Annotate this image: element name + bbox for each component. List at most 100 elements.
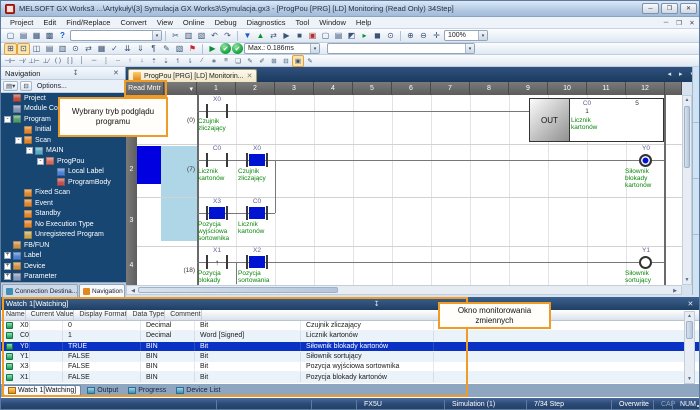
menu-item[interactable]: Diagnostics <box>242 18 291 27</box>
simulation-start-icon[interactable]: ▸ <box>358 30 371 42</box>
edit-statement-icon[interactable]: ✎ <box>244 55 256 67</box>
menu-item[interactable]: Find/Replace <box>61 18 115 27</box>
remote-stop-icon[interactable]: ■ <box>293 30 306 42</box>
open-project-icon[interactable]: ▤ <box>17 30 30 42</box>
zoom-level-combo[interactable]: 100% ▾ <box>444 30 488 41</box>
tree-item[interactable]: ProgramBody <box>1 177 126 188</box>
ladder-contact-x3[interactable] <box>206 206 228 220</box>
max-scan-time-combo[interactable]: Max.: 0.186ms ▾ <box>244 43 320 54</box>
option-display-icon[interactable]: ▧ <box>173 43 186 55</box>
device-comment-icon[interactable]: ✎ <box>160 43 173 55</box>
ladder-contact-x0[interactable] <box>206 104 228 118</box>
menu-item[interactable]: Project <box>5 18 38 27</box>
ladder-coil-y1[interactable] <box>639 256 652 269</box>
navigation-window-icon[interactable]: ⊞ <box>4 42 17 55</box>
ladder-horizontal-scrollbar[interactable]: ◀ ▶ <box>126 285 682 295</box>
menu-item[interactable]: Tool <box>290 18 314 27</box>
close-icon[interactable]: ✕ <box>111 69 121 77</box>
menu-item[interactable]: Online <box>178 18 210 27</box>
watch-column-header[interactable]: Name <box>1 310 26 320</box>
ladder-contact-c0[interactable] <box>246 206 268 220</box>
ladder-contact-x0-nc[interactable] <box>246 153 268 167</box>
delete-vertical-line-icon[interactable]: ┆ <box>100 55 112 67</box>
label-editor-icon[interactable]: ▥ <box>56 43 69 55</box>
zoom-fit-icon[interactable]: ✛ <box>430 30 443 42</box>
monitor-start-icon[interactable]: ▣ <box>306 30 319 42</box>
read-from-plc-icon[interactable]: ▲ <box>254 30 267 42</box>
tree-item[interactable]: - MAIN <box>1 146 126 157</box>
falling-pulse-icon[interactable]: ↓ <box>136 55 148 67</box>
watch-row[interactable]: X0 0 Decimal Bit Czujnik zliczający <box>1 321 699 332</box>
watch-device-combo[interactable]: ▾ <box>327 43 475 54</box>
application-instruction-icon[interactable]: [ ] <box>64 55 76 67</box>
zoom-out-icon[interactable]: ⊖ <box>417 30 430 42</box>
menu-item[interactable]: Help <box>351 18 376 27</box>
horizontal-line-icon[interactable]: ─ <box>88 55 100 67</box>
tree-expander-icon[interactable]: - <box>15 136 22 144</box>
tree-item[interactable]: Local Label <box>1 167 126 178</box>
falling-pulse-branch-icon[interactable]: ⇣ <box>160 55 172 67</box>
element-selection-icon[interactable]: ⊡ <box>17 42 30 55</box>
tab-navigation[interactable]: Navigation <box>79 284 125 297</box>
tab-progpou-monitoring[interactable]: ProgPou [PRG] [LD] Monitorin... ✕ <box>128 69 258 82</box>
paste-icon[interactable]: ▧ <box>195 30 208 42</box>
tree-expander-icon[interactable]: - <box>37 157 44 165</box>
tab-connection-destination[interactable]: Connection Destina... <box>2 284 79 297</box>
close-button[interactable]: ✕ <box>680 3 697 14</box>
module-configuration-icon[interactable]: ◫ <box>30 43 43 55</box>
cross-reference-window-icon[interactable]: ⇄ <box>82 43 95 55</box>
collapse-all-icon[interactable]: ⊟ <box>20 81 32 91</box>
menu-item[interactable]: Window <box>314 18 351 27</box>
pin-icon[interactable]: ↧ <box>71 69 81 77</box>
tree-expander-icon[interactable]: + <box>4 262 11 270</box>
tree-expander-icon[interactable]: - <box>26 147 33 155</box>
tree-item[interactable]: + Device <box>1 261 126 272</box>
remote-run-icon[interactable]: ▶ <box>280 30 293 42</box>
open-branch-icon[interactable]: ⊥⊢ <box>28 55 40 67</box>
save-all-icon[interactable]: ▩ <box>43 30 56 42</box>
verify-with-plc-icon[interactable]: ⇄ <box>267 30 280 42</box>
convert-icon[interactable]: ⇊ <box>121 43 134 55</box>
mdi-restore-button[interactable]: ❐ <box>674 19 684 27</box>
undo-icon[interactable]: ↶ <box>208 30 221 42</box>
header-dropdown-icon[interactable]: ▾ <box>164 82 197 95</box>
watch-column-header[interactable]: Display Format <box>74 310 128 320</box>
device-list-icon[interactable]: ▦ <box>95 43 108 55</box>
save-project-icon[interactable]: ▦ <box>30 30 43 42</box>
monitor-mode-icon[interactable]: ▣ <box>292 54 304 67</box>
watch-vertical-scrollbar[interactable]: ▲ ▼ <box>684 311 695 384</box>
close-icon[interactable]: ✕ <box>685 300 696 308</box>
tab-close-icon[interactable]: ✕ <box>247 72 253 80</box>
invert-operation-icon[interactable]: ∕ <box>196 55 208 67</box>
ladder-vertical-scrollbar[interactable]: ▲ ▼ <box>682 95 692 285</box>
tree-expander-icon[interactable]: - <box>4 115 11 123</box>
tree-item[interactable]: No Execution Type <box>1 219 126 230</box>
rebuild-all-icon[interactable]: ⇓ <box>134 43 147 55</box>
tree-expander-icon[interactable]: + <box>4 252 11 260</box>
options-link[interactable]: Options... <box>37 83 67 90</box>
open-contact-icon[interactable]: ⊣⊢ <box>4 55 16 67</box>
rising-pulse-close-icon[interactable]: ↿ <box>172 55 184 67</box>
tree-item[interactable]: - ProgPou <box>1 156 126 167</box>
pulse-conversion-icon[interactable]: ∗ <box>208 55 220 67</box>
watch-tab[interactable]: Progress <box>124 385 170 396</box>
menu-item[interactable]: Edit <box>38 18 61 27</box>
watch-tab[interactable]: Output <box>83 385 122 396</box>
project-combo[interactable]: ▾ <box>70 30 162 41</box>
tree-display-mode-icon[interactable]: ▤▾ <box>3 81 19 91</box>
close-branch-icon[interactable]: ⊥∕ <box>40 55 52 67</box>
tree-item[interactable]: FB/FUN <box>1 240 126 251</box>
simulation-stop-icon[interactable]: ◼ <box>371 30 384 42</box>
resize-grip[interactable] <box>694 399 699 409</box>
restore-button[interactable]: ❐ <box>661 3 678 14</box>
find-replace-icon[interactable]: ⊙ <box>69 43 82 55</box>
redo-icon[interactable]: ↷ <box>221 30 234 42</box>
watch-tab[interactable]: Device List <box>172 385 224 396</box>
cross-reference-icon[interactable]: ⊙ <box>384 30 397 42</box>
tree-item[interactable]: Unregistered Program <box>1 230 126 241</box>
rising-pulse-icon[interactable]: ↑ <box>124 55 136 67</box>
write-to-plc-icon[interactable]: ▼ <box>241 30 254 42</box>
insert-row-icon[interactable]: ⊞ <box>268 55 280 67</box>
statement-display-icon[interactable]: ¶ <box>147 43 160 55</box>
rising-pulse-branch-icon[interactable]: ⇡ <box>148 55 160 67</box>
